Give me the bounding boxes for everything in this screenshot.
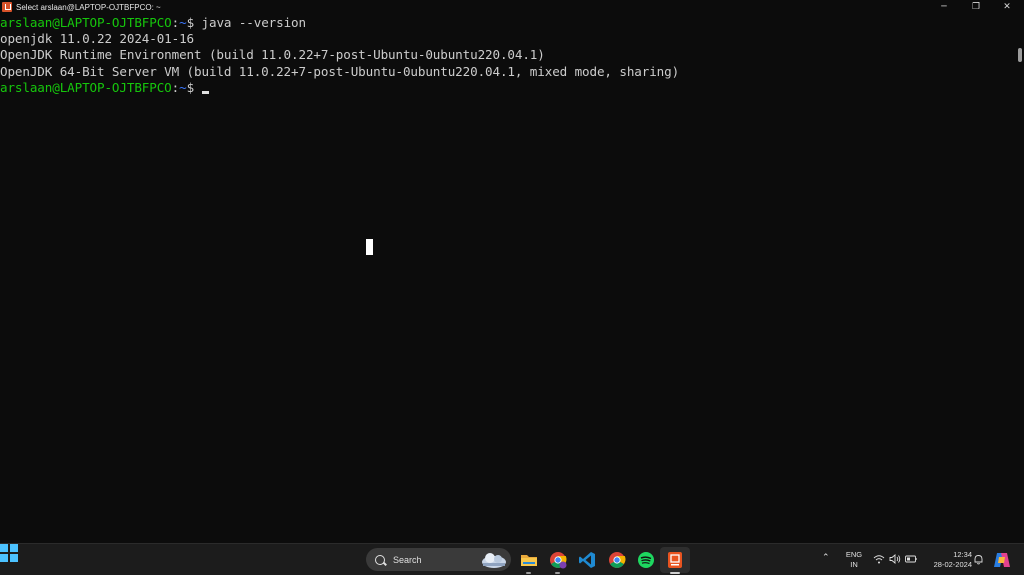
prompt-separator: : [171,79,180,95]
clock-date: 28-02-2024 [933,560,972,569]
notification-bell-icon[interactable] [973,554,984,565]
minimize-button[interactable]: ─ [928,0,960,14]
taskbar: Search ⌃ ENG IN 12:34 28-02-2024 [0,543,1024,575]
output-line: OpenJDK Runtime Environment (build 11.0.… [0,47,545,63]
scrollbar-thumb[interactable] [1018,48,1022,62]
maximize-button[interactable]: ❐ [960,0,992,14]
close-button[interactable]: ✕ [991,0,1023,14]
ibeam-mouse-cursor [366,239,373,255]
vscode-icon[interactable] [577,550,597,570]
chrome-icon[interactable] [548,550,568,570]
window-title: Select arslaan@LAPTOP-OJTBFPCO: ~ [16,2,161,12]
windows-start-icon[interactable] [0,544,18,562]
search-icon [375,554,385,565]
clock-time: 12:34 [953,550,972,559]
battery-icon[interactable] [905,554,917,564]
output-line: OpenJDK 64-Bit Server VM (build 11.0.22+… [0,63,680,79]
command-line: arslaan@LAPTOP-OJTBFPCO:~$ java --versio… [0,15,1016,31]
taskbar-search-box[interactable]: Search [366,548,511,571]
volume-icon[interactable] [889,554,901,564]
output-line: openjdk 11.0.22 2024-01-16 [0,31,195,47]
ubuntu-terminal-icon[interactable] [665,550,685,570]
prompt-path: ~ [179,15,187,30]
prompt-dollar: $ [186,79,202,95]
wifi-icon[interactable] [873,554,885,564]
command-text: java --version [201,15,307,30]
prompt-user: arslaan@LAPTOP-OJTBFPCO [0,79,172,95]
language-indicator[interactable]: ENG IN [843,550,865,570]
file-explorer-icon[interactable] [519,550,539,570]
copilot-icon[interactable] [992,551,1012,569]
prompt-user: arslaan@LAPTOP-OJTBFPCO [0,15,172,30]
search-highlight-icon [482,553,506,568]
prompt-path: ~ [179,79,187,95]
prompt-dollar: $ [186,15,202,30]
text-cursor [202,91,209,94]
current-prompt-line: arslaan@LAPTOP-OJTBFPCO:~$ [0,80,1016,96]
prompt-separator: : [171,15,180,30]
ubuntu-app-icon [2,2,12,12]
spotify-icon[interactable] [636,550,656,570]
search-label: Search [393,554,422,565]
language-code: ENG [845,550,863,559]
region-code: IN [850,560,858,569]
system-clock[interactable]: 12:34 28-02-2024 [922,550,972,570]
terminal-output[interactable]: arslaan@LAPTOP-OJTBFPCO:~$ java --versio… [0,15,1016,543]
chrome-icon[interactable] [607,550,627,570]
title-bar[interactable]: Select arslaan@LAPTOP-OJTBFPCO: ~ ─ ❐ ✕ [0,0,1024,14]
tray-chevron-icon[interactable]: ⌃ [822,553,830,563]
